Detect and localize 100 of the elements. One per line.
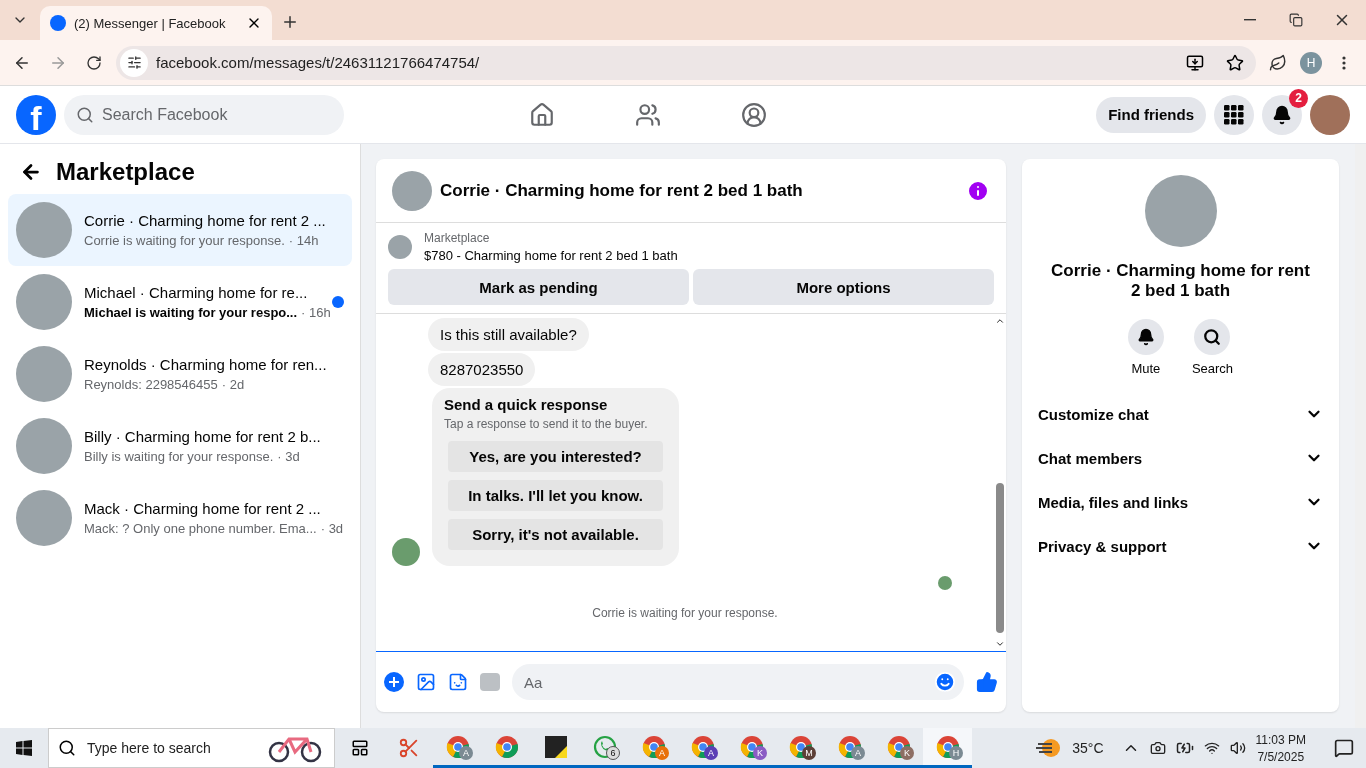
plus-circle-icon[interactable] bbox=[384, 672, 404, 692]
groups-icon[interactable] bbox=[741, 101, 767, 128]
taskbar-app[interactable]: H bbox=[923, 728, 972, 768]
photo-placeholder bbox=[16, 346, 72, 402]
bell-icon bbox=[1136, 328, 1155, 346]
emoji-icon[interactable] bbox=[934, 671, 956, 693]
photo-placeholder bbox=[16, 202, 72, 258]
find-friends-button[interactable]: Find friends bbox=[1096, 96, 1206, 133]
menu-icon bbox=[1342, 55, 1346, 70]
sender-avatar bbox=[392, 538, 420, 566]
action-button[interactable]: More options bbox=[693, 269, 994, 305]
weather-icon bbox=[1036, 737, 1063, 759]
friends-icon[interactable] bbox=[635, 101, 661, 128]
quick-response-title: Send a quick response bbox=[444, 396, 609, 413]
task-view-icon bbox=[350, 739, 369, 757]
app-badge: H bbox=[949, 746, 963, 760]
notifications-button[interactable] bbox=[1262, 94, 1302, 135]
app-badge: A bbox=[704, 746, 718, 760]
photo-placeholder bbox=[16, 490, 72, 546]
message-input[interactable]: Aa bbox=[512, 664, 964, 700]
sidebar-title: Marketplace bbox=[56, 158, 195, 186]
search-icon bbox=[58, 739, 76, 757]
quick-reply-button[interactable]: Yes, are you interested? bbox=[448, 441, 663, 472]
search-field[interactable]: Search Facebook bbox=[64, 94, 344, 135]
sticker-icon[interactable] bbox=[448, 672, 468, 692]
conversation-item[interactable]: Billy · Charming home for rent 2 b... Billy is waiting for your response. · 3d bbox=[8, 410, 352, 482]
scroll-down-icon[interactable] bbox=[995, 639, 1005, 649]
conversation-preview: Billy is waiting for your response. bbox=[84, 449, 274, 464]
contact-name: Corrie · Charming home for rent 2 bed 1 bath bbox=[1050, 261, 1311, 301]
page-scrollbar[interactable] bbox=[1355, 144, 1366, 728]
taskbar-app[interactable]: A bbox=[825, 728, 874, 768]
wifi-icon[interactable] bbox=[1203, 740, 1220, 756]
taskbar-app[interactable]: A bbox=[433, 728, 482, 768]
conversation-title: Mack · Charming home for rent 2 ... bbox=[84, 500, 322, 517]
photo-placeholder bbox=[388, 235, 412, 259]
message-bubble: Is this still available? bbox=[428, 318, 589, 351]
conversation-preview: Michael is waiting for your respo... bbox=[84, 305, 298, 320]
listing-title: $780 - Charming home for rent 2 bed 1 bath bbox=[424, 248, 678, 263]
notification-count: 2 bbox=[1289, 88, 1308, 108]
action-button[interactable]: Mark as pending bbox=[388, 269, 689, 305]
quick-response-subtitle: Tap a response to send it to the buyer. bbox=[444, 417, 649, 431]
conversation-time: · 16h bbox=[301, 305, 331, 320]
scroll-up-icon[interactable] bbox=[995, 316, 1005, 326]
quick-reply-button[interactable]: In talks. I'll let you know. bbox=[448, 480, 663, 511]
app-badge: K bbox=[753, 746, 767, 760]
plus-icon bbox=[281, 13, 299, 31]
taskbar-app[interactable]: A bbox=[678, 728, 727, 768]
photo-placeholder bbox=[16, 274, 72, 330]
windows-icon bbox=[16, 740, 32, 756]
leaf-icon bbox=[1269, 53, 1287, 72]
section-header[interactable]: Customize chat bbox=[1038, 392, 1323, 436]
address-bar[interactable]: facebook.com/messages/t/24631121766474754/ bbox=[116, 45, 1256, 80]
section-header[interactable]: Privacy & support bbox=[1038, 524, 1323, 568]
conversation-preview: Mack: ? Only one phone number. Ema... bbox=[84, 521, 317, 536]
quick-reply-button[interactable]: Sorry, it's not available. bbox=[448, 519, 663, 550]
back-arrow-icon[interactable] bbox=[20, 161, 42, 183]
bookmark-star-icon[interactable] bbox=[1226, 53, 1244, 72]
taskbar-app[interactable]: 6 bbox=[580, 728, 629, 768]
tab-title: (2) Messenger | Facebook bbox=[74, 15, 227, 31]
thumbs-up-icon[interactable] bbox=[976, 671, 998, 693]
listing-label: Marketplace bbox=[424, 231, 491, 245]
taskbar-app[interactable]: K bbox=[727, 728, 776, 768]
browser-tab[interactable]: (2) Messenger | Facebook bbox=[40, 6, 272, 40]
scrollbar-thumb[interactable] bbox=[996, 483, 1004, 633]
section-header[interactable]: Chat members bbox=[1038, 436, 1323, 480]
volume-icon[interactable] bbox=[1229, 740, 1246, 756]
conversation-title: Corrie · Charming home for rent 2 ... bbox=[84, 212, 327, 229]
taskbar-search-field[interactable]: Type here to search bbox=[48, 728, 335, 768]
facebook-logo[interactable]: f bbox=[16, 94, 56, 135]
notifications-icon[interactable] bbox=[1334, 738, 1354, 758]
conversation-item[interactable]: Reynolds · Charming home for ren... Reynolds: 2298546455 · 2d bbox=[8, 338, 352, 410]
photo-placeholder bbox=[392, 170, 432, 211]
waiting-status: Corrie is waiting for your response. bbox=[592, 606, 778, 620]
minimize-icon bbox=[1244, 19, 1256, 21]
clock[interactable]: 11:03 PM 7/5/2025 bbox=[1255, 732, 1306, 764]
message-bubble: 8287023550 bbox=[428, 353, 536, 386]
chat-title: Corrie · Charming home for rent 2 bed 1 bath bbox=[440, 180, 804, 201]
grid-icon bbox=[1224, 104, 1244, 125]
clock-time: 11:03 PM bbox=[1255, 732, 1306, 747]
taskbar-app[interactable]: M bbox=[776, 728, 825, 768]
menu-grid-button[interactable] bbox=[1214, 94, 1254, 135]
conversation-time: · 3d bbox=[320, 521, 344, 536]
scissors-icon bbox=[397, 737, 420, 759]
app-badge: A bbox=[655, 746, 669, 760]
home-icon[interactable] bbox=[529, 101, 555, 128]
section-header[interactable]: Media, files and links bbox=[1038, 480, 1323, 524]
install-icon[interactable] bbox=[1186, 53, 1204, 72]
conversation-title: Reynolds · Charming home for ren... bbox=[84, 356, 328, 373]
conversation-preview: Corrie is waiting for your response. bbox=[84, 233, 285, 248]
conversation-item[interactable]: Corrie · Charming home for rent 2 ... Corrie is waiting for your response. · 14h bbox=[8, 194, 352, 266]
camera-icon[interactable] bbox=[1149, 740, 1166, 756]
search-icon bbox=[1203, 328, 1222, 346]
bell-icon bbox=[1272, 104, 1292, 125]
site-settings-button[interactable] bbox=[120, 48, 148, 77]
profile-avatar[interactable] bbox=[1310, 94, 1350, 135]
conversation-item[interactable]: Michael · Charming home for re... Michael is waiting for your respo... · 16h bbox=[8, 266, 352, 338]
conversation-title: Michael · Charming home for re... bbox=[84, 284, 309, 301]
url-text: facebook.com/messages/t/24631121766474754/ bbox=[156, 54, 481, 71]
conversation-item[interactable]: Mack · Charming home for rent 2 ... Mack: ? Only one phone number. Ema... · 3d bbox=[8, 482, 352, 554]
image-icon[interactable] bbox=[416, 672, 436, 692]
